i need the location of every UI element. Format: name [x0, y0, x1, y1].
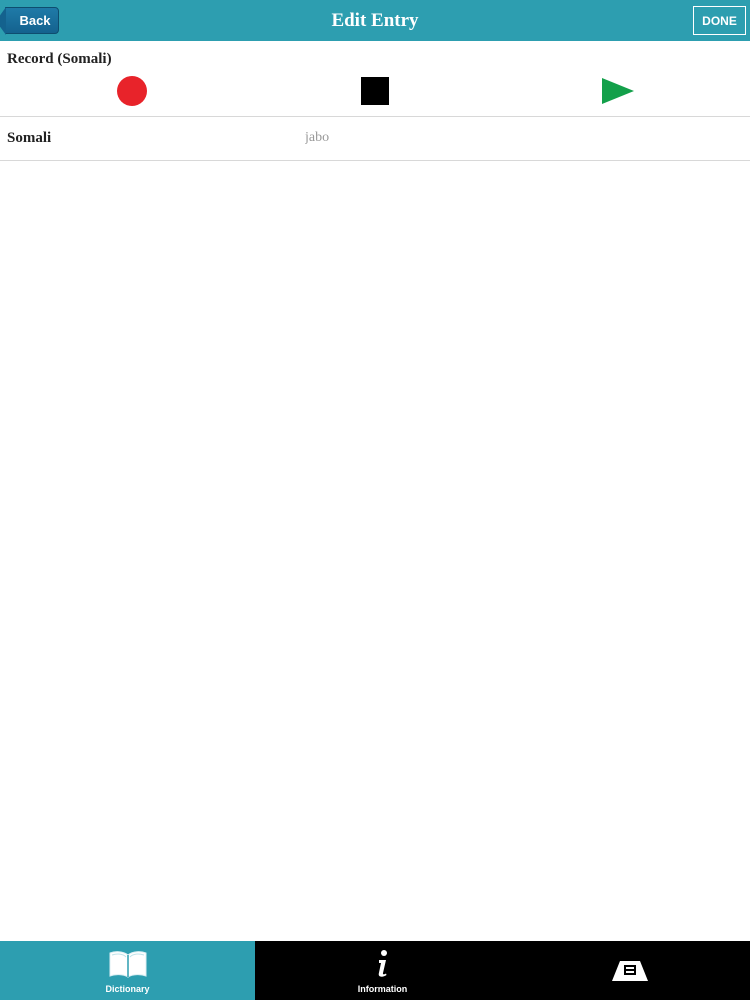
tab-information-label: Information	[357, 984, 408, 994]
back-button-label: Back	[19, 13, 51, 28]
tab-dictionary[interactable]: Dictionary	[0, 941, 255, 1000]
about-logo-icon	[610, 959, 650, 988]
play-button[interactable]	[602, 78, 634, 104]
tab-information[interactable]: Information	[255, 941, 510, 1000]
record-label: Record (Somali)	[7, 51, 112, 67]
tab-about[interactable]	[510, 941, 750, 1000]
back-button[interactable]: Back	[0, 7, 59, 35]
record-button[interactable]	[117, 76, 147, 106]
done-button[interactable]: DONE	[693, 6, 746, 35]
tab-dictionary-label: Dictionary	[105, 984, 150, 994]
done-button-label: DONE	[702, 13, 737, 28]
somali-label: Somali	[7, 130, 52, 146]
book-icon	[108, 949, 148, 984]
app-window: Back Edit Entry DONE Record (Somali) Som…	[0, 0, 750, 1000]
page-title: Edit Entry	[331, 10, 419, 31]
tab-bar: Dictionary Information	[0, 941, 750, 1000]
navigation-bar: Back Edit Entry DONE	[0, 0, 750, 41]
somali-field-row: Somali	[0, 117, 750, 161]
stop-button[interactable]	[361, 77, 389, 105]
somali-input[interactable]	[303, 125, 747, 151]
record-row: Record (Somali)	[0, 41, 750, 117]
info-icon	[373, 949, 393, 984]
